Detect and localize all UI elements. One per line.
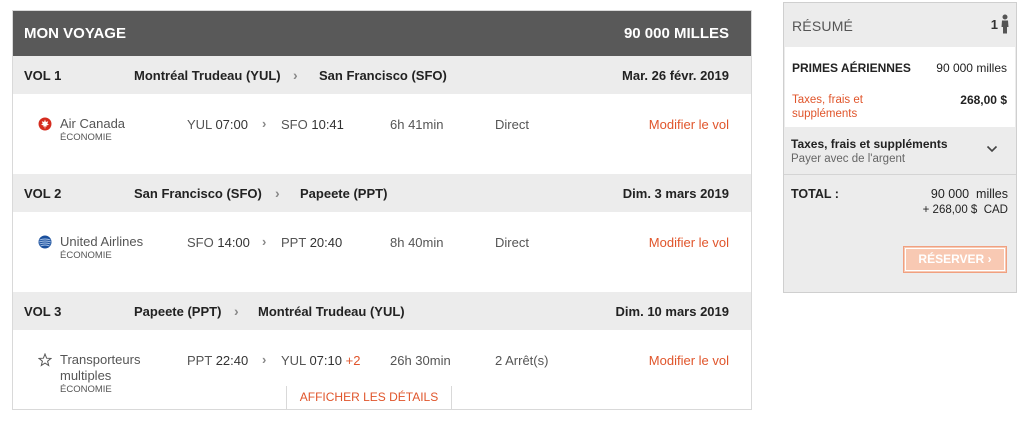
flight-destination: Papeete (PPT): [300, 185, 388, 201]
arrival: PPT 20:40: [281, 235, 342, 250]
flight-number: VOL 3: [24, 303, 62, 319]
show-details-button[interactable]: AFFICHER LES DÉTAILS: [286, 386, 452, 410]
arrival: YUL 07:10 +2: [281, 353, 360, 368]
departure-code: PPT: [187, 353, 213, 368]
miles-value: 90 000 milles: [936, 61, 1007, 75]
cabin-class: ÉCONOMIE: [60, 384, 112, 395]
summary-panel: RÉSUMÉ 1 PRIMES AÉRIENNES 90 000 milles …: [783, 2, 1017, 293]
arrival-code: PPT: [281, 235, 307, 250]
flight-stops: Direct: [495, 235, 529, 250]
flight-date: Mar. 26 févr. 2019: [622, 67, 729, 83]
chevron-down-icon: [986, 145, 998, 153]
taxes-link[interactable]: Taxes, frais et suppléments: [792, 93, 892, 121]
flight-number: VOL 2: [24, 185, 62, 201]
payment-method-toggle[interactable]: Taxes, frais et suppléments Payer avec d…: [784, 127, 1016, 175]
flight-duration: 8h 40min: [390, 235, 444, 250]
trip-title: MON VOYAGE: [24, 25, 126, 42]
departure-code: YUL: [187, 117, 212, 132]
chevron-right-icon: ›: [262, 352, 267, 367]
departure: YUL 07:00: [187, 117, 248, 132]
person-icon: [1001, 14, 1009, 34]
summary-header: RÉSUMÉ 1: [784, 3, 1016, 47]
flight-row-2: United Airlines ÉCONOMIE SFO 14:00 › PPT…: [13, 212, 751, 292]
arrival: SFO 10:41: [281, 117, 344, 132]
chevron-right-icon: ›: [275, 185, 280, 201]
flight-duration: 26h 30min: [390, 353, 451, 368]
trip-total-miles: 90 000 MILLES: [623, 25, 729, 42]
summary-total: TOTAL : 90 000 milles + 268,00 $ CAD RÉS…: [784, 175, 1016, 293]
flight-destination: Montréal Trudeau (YUL): [258, 303, 405, 319]
flight-row-1: Air Canada ÉCONOMIE YUL 07:00 › SFO 10:4…: [13, 94, 751, 174]
passenger-count: 1: [990, 17, 998, 32]
departure-code: SFO: [187, 235, 214, 250]
payment-subtitle: Payer avec de l'argent: [791, 153, 906, 165]
departure-time: 14:00: [217, 235, 250, 250]
cabin-class: ÉCONOMIE: [60, 132, 112, 143]
departure: SFO 14:00: [187, 235, 250, 250]
air-canada-maple-leaf-icon: [38, 117, 52, 131]
flight-duration: 6h 41min: [390, 117, 444, 132]
star-alliance-icon: [38, 353, 52, 367]
total-label: TOTAL :: [791, 187, 839, 201]
trip-panel: MON VOYAGE 90 000 MILLES VOL 1 Montréal …: [12, 10, 752, 410]
flight-origin: Papeete (PPT): [134, 303, 222, 319]
flight-destination: San Francisco (SFO): [319, 67, 447, 83]
modify-flight-link[interactable]: Modifier le vol: [649, 117, 729, 132]
airline-name: Transporteurs multiples: [60, 352, 141, 383]
modify-flight-link[interactable]: Modifier le vol: [649, 353, 729, 368]
total-miles: 90 000 milles: [930, 187, 1008, 201]
departure: PPT 22:40: [187, 353, 248, 368]
flight-stops: Direct: [495, 117, 529, 132]
departure-time: 07:00: [215, 117, 248, 132]
chevron-right-icon: ›: [234, 303, 239, 319]
cabin-class: ÉCONOMIE: [60, 250, 112, 261]
flight-stops: 2 Arrêt(s): [495, 353, 549, 368]
flight-number: VOL 1: [24, 67, 62, 83]
day-offset: +2: [345, 353, 361, 368]
airline-name: Air Canada: [60, 116, 126, 131]
united-globe-icon: [38, 235, 52, 249]
taxes-value: 268,00 $: [960, 93, 1007, 107]
arrival-time: 20:40: [309, 235, 343, 250]
summary-price-box: PRIMES AÉRIENNES 90 000 milles Taxes, fr…: [785, 47, 1015, 127]
flight-date: Dim. 10 mars 2019: [615, 303, 729, 319]
chevron-right-icon: ›: [293, 67, 298, 83]
arrival-code: YUL: [281, 353, 306, 368]
flight-bar-1: VOL 1 Montréal Trudeau (YUL) › San Franc…: [13, 56, 751, 94]
chevron-right-icon: ›: [987, 252, 992, 266]
flight-origin: San Francisco (SFO): [134, 185, 262, 201]
departure-time: 22:40: [215, 353, 249, 368]
payment-title: Taxes, frais et suppléments: [791, 137, 948, 151]
trip-header: MON VOYAGE 90 000 MILLES: [13, 11, 751, 56]
arrival-code: SFO: [281, 117, 308, 132]
flight-bar-2: VOL 2 San Francisco (SFO) › Papeete (PPT…: [13, 174, 751, 212]
miles-label: PRIMES AÉRIENNES: [792, 61, 911, 75]
arrival-time: 10:41: [311, 117, 344, 132]
flight-date: Dim. 3 mars 2019: [622, 185, 729, 201]
flight-bar-3: VOL 3 Papeete (PPT) › Montréal Trudeau (…: [13, 292, 751, 330]
chevron-right-icon: ›: [262, 116, 267, 131]
summary-title: RÉSUMÉ: [792, 18, 854, 34]
total-cash: + 268,00 $ CAD: [922, 204, 1008, 216]
reserve-button[interactable]: RÉSERVER ›: [903, 246, 1007, 273]
chevron-right-icon: ›: [262, 234, 267, 249]
modify-flight-link[interactable]: Modifier le vol: [649, 235, 729, 250]
flight-origin: Montréal Trudeau (YUL): [134, 67, 281, 83]
arrival-time: 07:10: [309, 353, 342, 368]
airline-name: United Airlines: [60, 234, 144, 249]
